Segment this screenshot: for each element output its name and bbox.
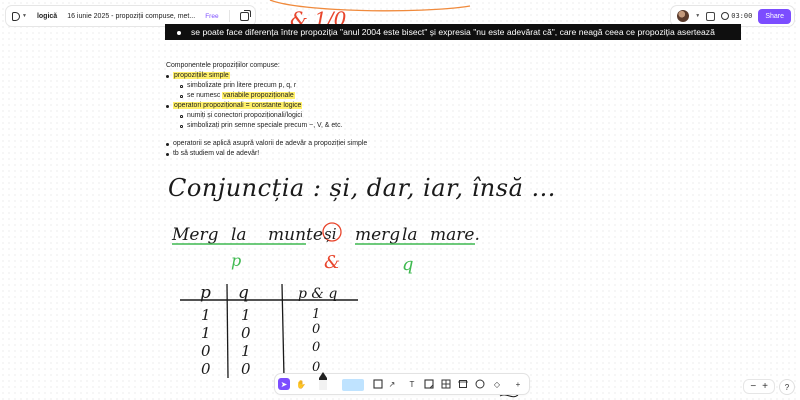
zoom-in-button[interactable]: + (762, 381, 768, 392)
label-and: & (324, 252, 340, 273)
canvas-drawing[interactable]: & 1/0 Conjuncția : și, dar, iar, însă ..… (0, 0, 800, 400)
cell: 0 (201, 342, 211, 360)
truth-table: p q p & q 1 1 1 1 0 0 0 1 0 0 0 0 (180, 283, 358, 379)
list-item: tb să studiem val de adevăr! (166, 149, 367, 159)
text-prefix: se numesc (187, 92, 223, 99)
cell: 1 (201, 324, 211, 342)
zoom-out-button[interactable]: − (750, 381, 756, 392)
word-la-1: la (231, 225, 247, 245)
label-q: q (402, 254, 414, 275)
list-item: simbolizați prin semne speciale precum ~… (166, 121, 367, 131)
word-munte: munte (268, 225, 323, 245)
list-item: operatorii se aplică asupră valorii de a… (166, 139, 367, 149)
cell: 0 (201, 360, 211, 378)
cell: 1 (312, 307, 320, 322)
list-item: propozițiile simple (166, 71, 367, 81)
cell: 0 (312, 340, 320, 355)
cell: 0 (241, 360, 251, 378)
sticky-note-icon[interactable] (423, 378, 435, 390)
list-item: numiți și conectori propoziționali/logic… (166, 111, 367, 121)
cell: 0 (241, 324, 251, 342)
plugin-icon[interactable]: ◇ (491, 378, 503, 390)
pointer-icon[interactable]: ➤ (278, 378, 290, 390)
list-item: simbolizate prin litere precum p, q, r (166, 81, 367, 91)
cell: 1 (241, 342, 251, 360)
cell: 0 (312, 322, 320, 337)
bottom-toolbar: ➤ ✋ ↗ T ◇ + (275, 372, 529, 394)
zoom-controls: − + (744, 380, 774, 393)
highlighted-text: operatori propoziționali = constante log… (173, 102, 303, 109)
frame-icon[interactable] (457, 378, 469, 390)
highlighted-text: variabile propoziționale (222, 92, 295, 99)
conjunctia-heading: Conjuncția : și, dar, iar, însă ... (168, 174, 556, 202)
highlighted-text: propozițiile simple (173, 72, 230, 79)
highlighted-note[interactable]: se poate face diferența între propoziția… (165, 24, 741, 40)
notes-text-block[interactable]: Componentele propozițiilor compuse: prop… (166, 61, 367, 159)
word-la-2: la (402, 225, 418, 245)
arrow-icon[interactable]: ↗ (386, 378, 398, 390)
word-mare: mare. (430, 225, 480, 245)
cell: 1 (241, 306, 251, 324)
list-item: se numesc variabile propoziționale (166, 91, 367, 101)
label-p: p (231, 251, 241, 270)
shapes-icon[interactable] (372, 378, 384, 390)
more-icon[interactable]: + (512, 378, 524, 390)
notes-heading: Componentele propozițiilor compuse: (166, 62, 280, 69)
table-icon[interactable] (440, 378, 452, 390)
highlighter-icon[interactable] (341, 377, 365, 391)
comment-icon[interactable] (474, 378, 486, 390)
pen-icon[interactable] (317, 372, 329, 390)
list-item: operatori propoziționali = constante log… (166, 101, 367, 111)
hand-icon[interactable]: ✋ (295, 378, 307, 390)
text-icon[interactable]: T (406, 378, 418, 390)
cell: 1 (201, 306, 211, 324)
word-merg-1: Merg (171, 225, 219, 245)
help-button[interactable]: ? (780, 380, 794, 394)
word-merg-2: merg (355, 225, 400, 245)
word-si: și (324, 225, 337, 243)
ink-stroke (499, 394, 519, 398)
